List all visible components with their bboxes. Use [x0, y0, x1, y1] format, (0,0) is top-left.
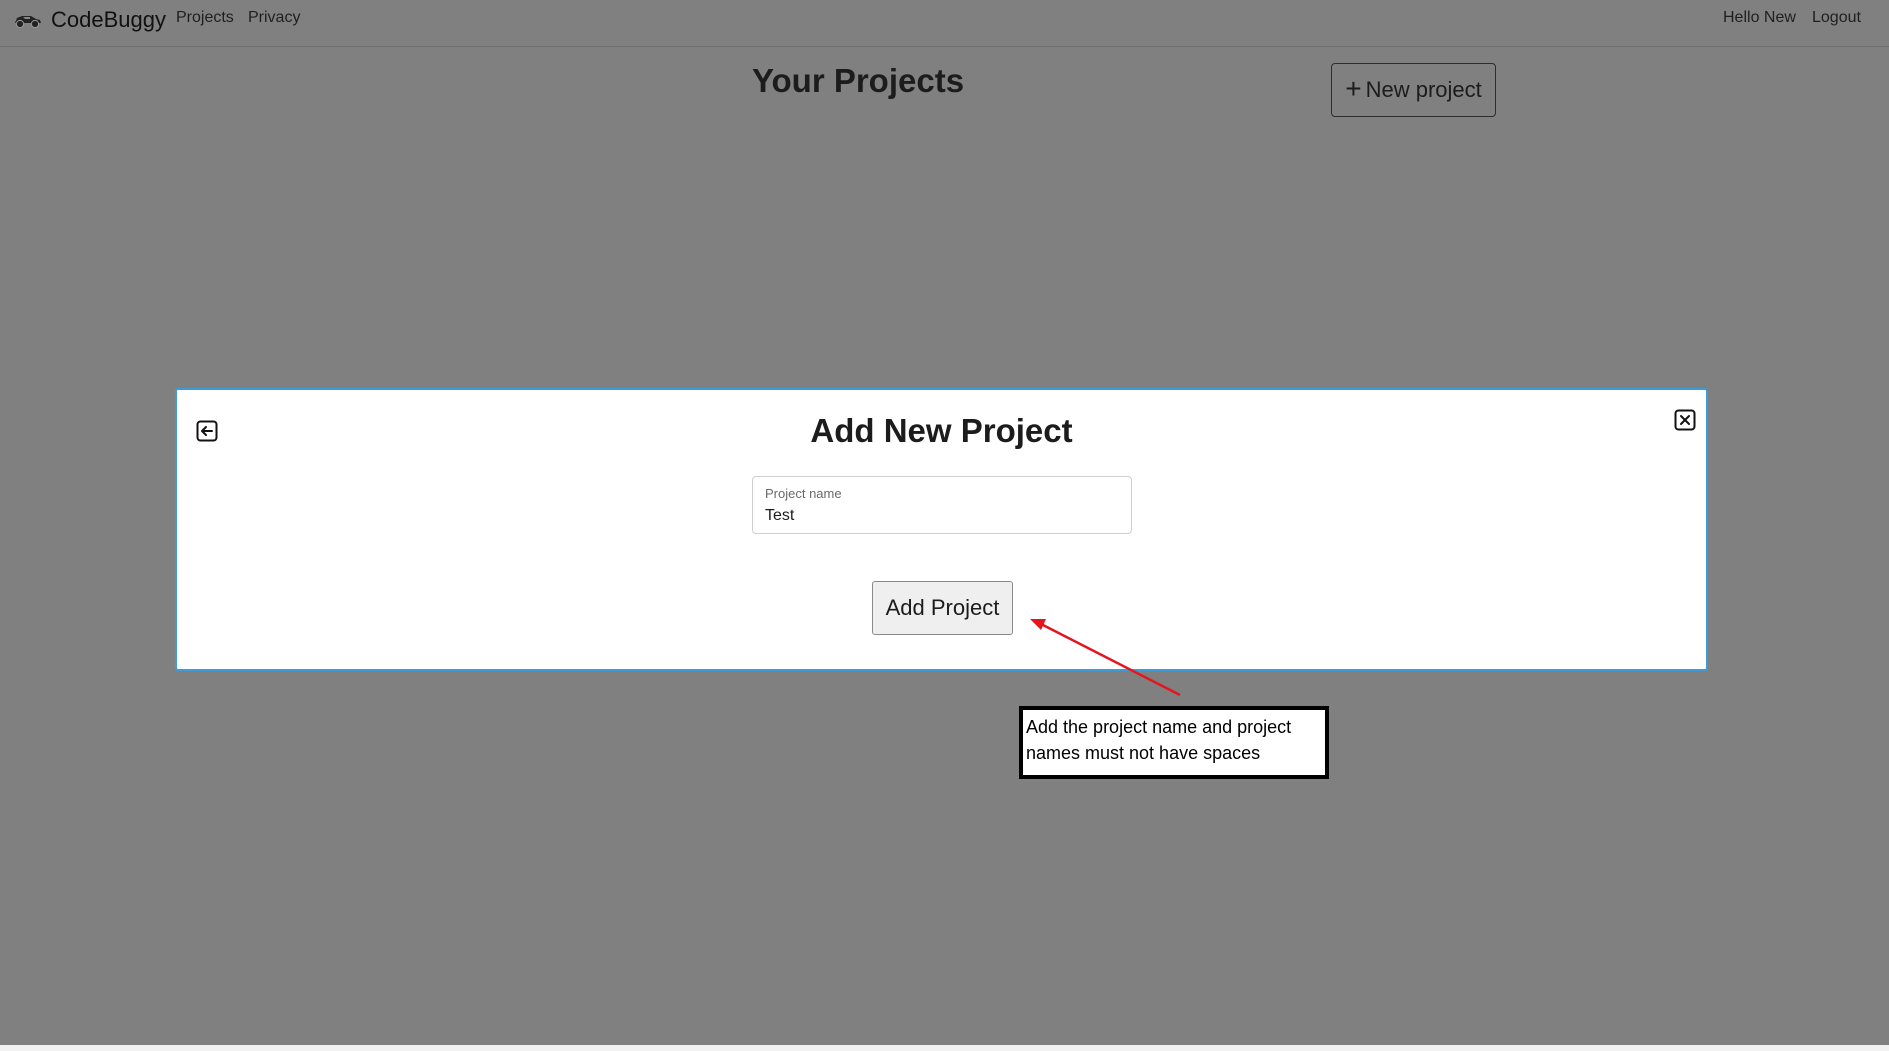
project-name-field[interactable]: Project name [752, 476, 1132, 534]
project-name-label: Project name [765, 486, 842, 501]
new-project-label: New project [1365, 77, 1482, 102]
new-project-button[interactable]: + New project [1331, 63, 1496, 117]
nav-link-privacy[interactable]: Privacy [248, 9, 300, 27]
nav-link-projects[interactable]: Projects [176, 9, 234, 27]
annotation-callout: Add the project name and project names m… [1019, 706, 1329, 779]
user-greeting-link[interactable]: Hello New [1723, 9, 1796, 27]
project-name-input[interactable] [765, 505, 1115, 527]
logout-link[interactable]: Logout [1812, 9, 1861, 27]
add-project-modal: Add New Project Project name Add Project [175, 388, 1708, 671]
bottom-strip [0, 1045, 1889, 1051]
brand-link[interactable]: CodeBuggy [12, 6, 166, 34]
add-project-button[interactable]: Add Project [872, 581, 1013, 635]
buggy-car-icon [15, 16, 41, 29]
modal-title: Add New Project [810, 412, 1073, 449]
top-navbar: CodeBuggy Projects Privacy Hello New Log… [0, 0, 1889, 47]
plus-icon: + [1345, 72, 1362, 104]
brand-name: CodeBuggy [51, 7, 166, 32]
